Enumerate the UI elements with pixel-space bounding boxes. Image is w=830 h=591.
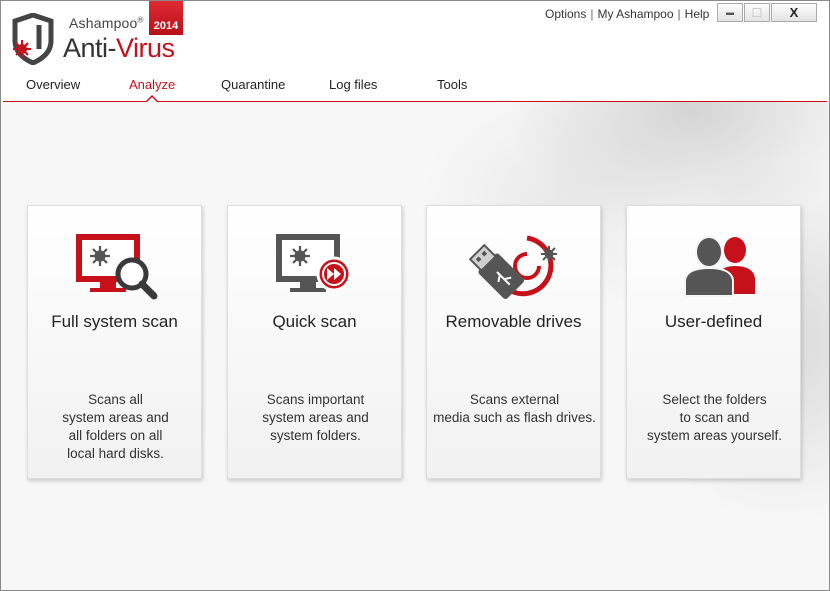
card-description: Scans all system areas and all folders o…	[32, 391, 199, 463]
desc-line: media such as flash drives.	[433, 410, 596, 425]
tab-underline	[3, 101, 827, 102]
tab-overview[interactable]: Overview	[26, 77, 80, 101]
minimize-button[interactable]: ▬	[717, 3, 743, 22]
options-link[interactable]: Options	[545, 7, 586, 21]
card-title: User-defined	[664, 312, 763, 331]
user-defined-card[interactable]: User-defined Select the folders to scan …	[626, 205, 801, 479]
shield-virus-logo-icon	[12, 13, 54, 65]
window-controls: ▬ ☐ X	[717, 3, 818, 23]
active-tab-caret-inner	[147, 97, 157, 102]
close-button[interactable]: X	[771, 3, 817, 22]
main-tabs: Overview Analyze Quarantine Log files To…	[1, 77, 829, 103]
usb-drive-icon	[469, 235, 557, 300]
separator: |	[677, 7, 681, 21]
maximize-button[interactable]: ☐	[744, 3, 770, 22]
desc-line: system areas and	[62, 410, 169, 425]
top-links: Options | My Ashampoo | Help	[545, 7, 709, 21]
card-title: Full system scan	[51, 312, 178, 331]
quick-scan-card[interactable]: Quick scan Scans important system areas …	[227, 205, 402, 479]
desc-line: Scans all	[88, 392, 143, 407]
app-logo: Ashampoo® Anti-Virus 2014	[11, 1, 183, 65]
desc-line: system areas yourself.	[646, 428, 783, 443]
card-description: Scans external media such as flash drive…	[431, 391, 598, 427]
tab-quarantine[interactable]: Quarantine	[221, 77, 285, 101]
desc-line: local hard disks.	[67, 446, 164, 461]
my-ashampoo-link[interactable]: My Ashampoo	[597, 7, 673, 21]
card-description: Select the folders to scan and system ar…	[631, 391, 798, 445]
card-description: Scans important system areas and system …	[232, 391, 399, 445]
desc-line: system areas and	[262, 410, 369, 425]
product-name: Anti-Virus	[63, 33, 175, 63]
card-title: Quick scan	[272, 312, 357, 331]
desc-line: to scan and	[679, 410, 750, 425]
minimize-icon: ▬	[726, 8, 734, 17]
app-window: Ashampoo® Anti-Virus 2014 Options | My Ash…	[0, 0, 830, 591]
desc-line: Scans external	[469, 392, 560, 407]
year-badge: 2014	[149, 1, 183, 35]
monitor-fast-forward-icon	[276, 234, 352, 292]
desc-line: Select the folders	[662, 392, 767, 407]
full-system-scan-card[interactable]: Full system scan Scans all system areas …	[27, 205, 202, 479]
help-link[interactable]: Help	[685, 7, 710, 21]
close-icon: X	[789, 5, 799, 20]
maximize-icon: ☐	[751, 5, 763, 20]
desc-line: system folders.	[270, 428, 361, 443]
tab-tools[interactable]: Tools	[437, 77, 467, 101]
brand-name: Ashampoo®	[69, 15, 144, 31]
desc-line: Scans important	[266, 392, 365, 407]
removable-drives-card[interactable]: Removable drives Scans external media su…	[426, 205, 601, 479]
desc-line: all folders on all	[68, 428, 163, 443]
tab-log-files[interactable]: Log files	[329, 77, 377, 101]
separator: |	[590, 7, 594, 21]
users-icon	[684, 236, 755, 297]
monitor-magnifier-icon	[76, 234, 158, 300]
card-title: Removable drives	[445, 312, 582, 331]
